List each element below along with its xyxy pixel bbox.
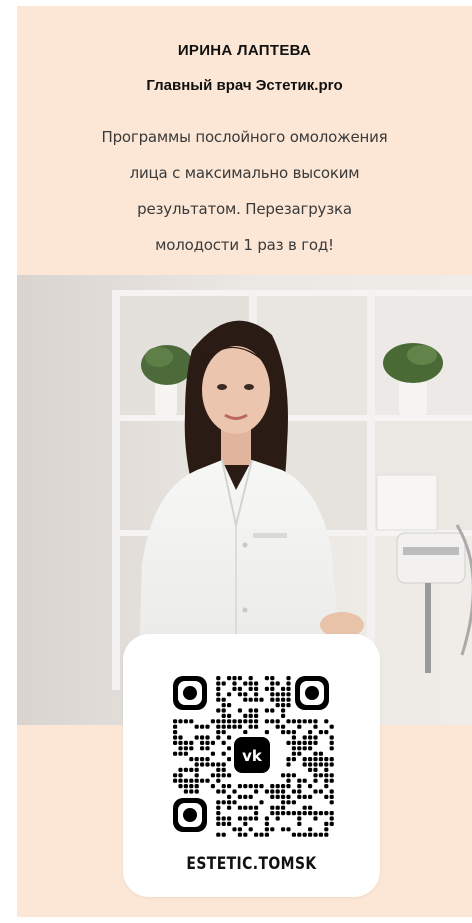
svg-text:vk: vk	[242, 747, 263, 765]
description: Программы послойного омоложения лица с м…	[72, 119, 417, 263]
vk-handle: ESTETIC.TOMSK	[186, 854, 317, 874]
description-line: лица с максимально высоким	[129, 164, 360, 182]
doctor-name: ИРИНА ЛАПТЕВА	[177, 42, 312, 59]
description-line: Программы послойного омоложения	[101, 128, 388, 146]
qr-finder-bottom-left	[173, 798, 207, 832]
doctor-title: Главный врач Эстетик.pro	[146, 77, 343, 94]
qr-finder-top-left	[173, 676, 207, 710]
vk-logo-icon: vk	[231, 734, 273, 776]
profile-card: ИРИНА ЛАПТЕВА Главный врач Эстетик.pro П…	[17, 6, 472, 917]
qr-finder-top-right	[295, 676, 329, 710]
qr-code[interactable]: vk	[169, 672, 334, 847]
description-line: результатом. Перезагрузка	[137, 200, 352, 218]
description-line: молодости 1 раз в год!	[155, 236, 334, 254]
qr-code-card[interactable]: vk ESTETIC.TOMSK	[123, 634, 380, 897]
